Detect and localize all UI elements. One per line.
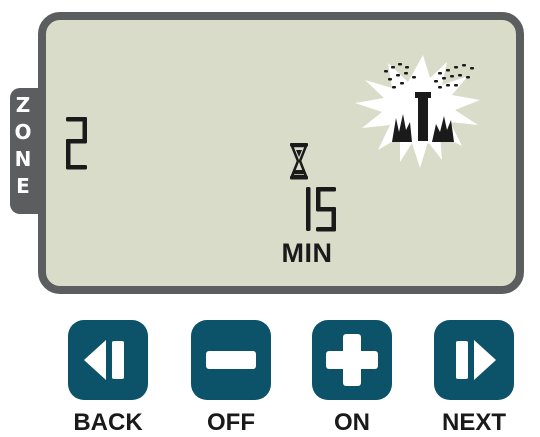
hourglass-icon — [290, 143, 308, 180]
minus-icon — [206, 351, 256, 369]
off-button[interactable] — [191, 320, 271, 400]
plus-icon — [326, 334, 378, 386]
back-button[interactable] — [68, 320, 148, 400]
zone-number-text: 2 — [0, 0, 1, 1]
zone-number-digit — [66, 117, 87, 170]
next-icon — [456, 340, 496, 380]
on-button-label: ON — [334, 409, 370, 436]
off-button-label: OFF — [207, 409, 255, 436]
on-button[interactable] — [312, 320, 392, 400]
next-button-label: NEXT — [441, 409, 506, 436]
sprinkler-watering-icon — [355, 55, 480, 168]
back-icon — [84, 340, 124, 380]
timer-digits — [306, 187, 336, 232]
timer-unit-label: MIN — [281, 238, 333, 268]
next-button[interactable] — [434, 320, 514, 400]
back-button-label: BACK — [73, 409, 143, 436]
